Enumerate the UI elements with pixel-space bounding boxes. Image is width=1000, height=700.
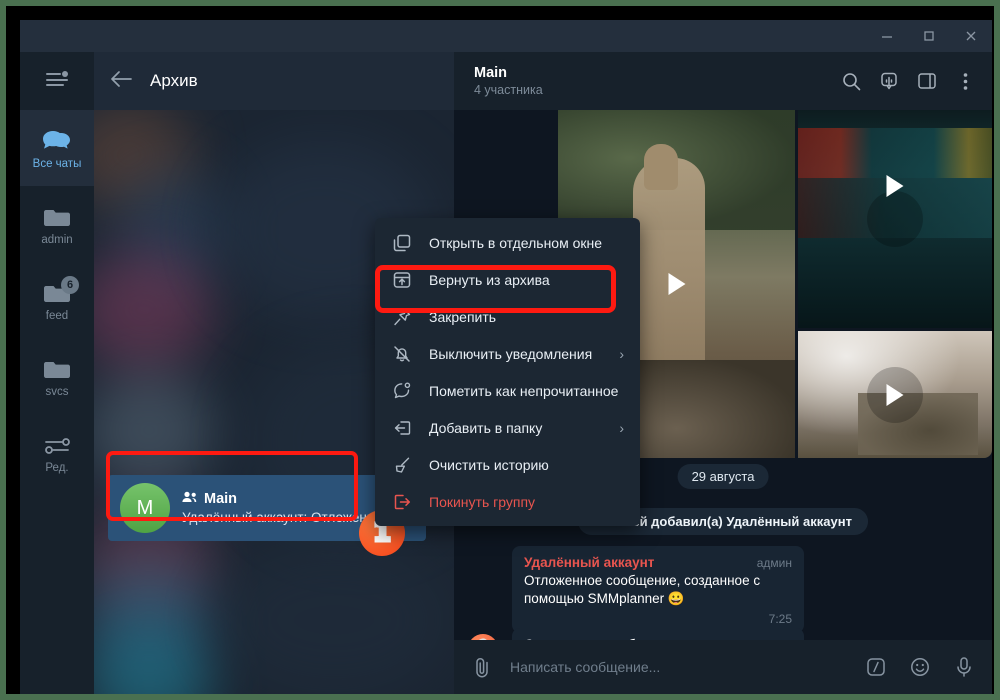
menu-item-label: Открыть в отдельном окне bbox=[429, 234, 603, 251]
search-icon[interactable] bbox=[834, 64, 868, 98]
menu-item-label: Выключить уведомления bbox=[429, 345, 593, 362]
close-button[interactable] bbox=[950, 20, 992, 52]
paperclip-icon[interactable] bbox=[466, 651, 498, 683]
message-input[interactable]: Написать сообщение... bbox=[510, 659, 848, 675]
message-sender-row: Удалённый аккаунт админ bbox=[524, 554, 792, 572]
sliders-icon bbox=[43, 430, 71, 456]
conversation-title-block[interactable]: Main 4 участника bbox=[474, 65, 834, 97]
sidebar-item-admin[interactable]: admin bbox=[20, 186, 94, 262]
play-icon bbox=[886, 175, 904, 198]
sidebar-item-feed[interactable]: 6 feed bbox=[20, 262, 94, 338]
microphone-icon[interactable] bbox=[948, 651, 980, 683]
play-icon bbox=[668, 273, 685, 295]
telegram-window: Все чаты admin 6 feed svcs Ред. Архив M … bbox=[20, 20, 992, 694]
mute-video-chat-icon[interactable] bbox=[872, 64, 906, 98]
sidebar-item-svcs[interactable]: svcs bbox=[20, 338, 94, 414]
conversation-header: Main 4 участника bbox=[454, 52, 992, 110]
sidebar-item-all-chats[interactable]: Все чаты bbox=[20, 110, 94, 186]
header-actions bbox=[834, 64, 982, 98]
minimize-button[interactable] bbox=[866, 20, 908, 52]
menu-item-open-in-new-window[interactable]: Открыть в отдельном окне bbox=[375, 224, 640, 261]
add-to-folder-icon bbox=[391, 418, 413, 438]
chats-icon bbox=[43, 126, 71, 152]
message-bubble[interactable]: Отложенное сообщение, созданное с помощь… bbox=[512, 628, 804, 640]
message-sender: Удалённый аккаунт bbox=[524, 555, 655, 570]
chevron-right-icon: › bbox=[619, 419, 624, 436]
window-frame: Все чаты admin 6 feed svcs Ред. Архив M … bbox=[6, 6, 994, 694]
play-button-backdrop bbox=[867, 191, 923, 247]
leave-icon bbox=[391, 492, 413, 512]
sidebar-item-label: admin bbox=[41, 234, 73, 246]
menu-item-mute[interactable]: Выключить уведомления › bbox=[375, 335, 640, 372]
more-options-icon[interactable] bbox=[948, 64, 982, 98]
back-arrow-icon[interactable] bbox=[110, 70, 132, 93]
mute-bell-icon bbox=[391, 344, 413, 364]
maximize-button[interactable] bbox=[908, 20, 950, 52]
emoji-icon[interactable] bbox=[904, 651, 936, 683]
sidebar-item-label: Все чаты bbox=[32, 158, 82, 170]
folders-rail: Все чаты admin 6 feed svcs Ред. bbox=[20, 52, 94, 694]
sidebar-toggle-icon[interactable] bbox=[910, 64, 944, 98]
media-item-video[interactable] bbox=[798, 331, 992, 458]
unread-badge: 6 bbox=[61, 276, 79, 294]
message-text: Отложенное сообщение, созданное с помощь… bbox=[524, 573, 761, 607]
highlight-box-chat-item bbox=[106, 451, 358, 521]
menu-item-add-to-folder[interactable]: Добавить в папку › bbox=[375, 409, 640, 446]
play-icon bbox=[886, 383, 904, 406]
media-item-video[interactable] bbox=[798, 110, 992, 328]
message-sender-role: админ bbox=[756, 556, 792, 570]
message-time: 7:25 bbox=[768, 611, 792, 626]
sidebar-item-edit[interactable]: Ред. bbox=[20, 414, 94, 490]
highlight-box-unarchive bbox=[375, 265, 616, 313]
menu-item-label: Пометить как непрочитанное bbox=[429, 382, 619, 399]
sidebar-item-label: svcs bbox=[45, 386, 69, 398]
folder-icon bbox=[44, 202, 70, 228]
title-bar bbox=[20, 20, 992, 52]
page-title: Архив bbox=[150, 71, 198, 90]
menu-item-label: Покинуть группу bbox=[429, 493, 536, 510]
menu-item-clear-history[interactable]: Очистить историю bbox=[375, 446, 640, 483]
menu-item-label: Добавить в папку bbox=[429, 419, 543, 436]
menu-item-label: Очистить историю bbox=[429, 456, 549, 473]
open-in-new-window-icon bbox=[391, 233, 413, 253]
sidebar-item-label: feed bbox=[45, 310, 69, 322]
menu-item-leave-group[interactable]: Покинуть группу bbox=[375, 483, 640, 520]
mark-unread-icon bbox=[391, 381, 413, 401]
commands-slash-icon[interactable] bbox=[860, 651, 892, 683]
menu-item-mark-unread[interactable]: Пометить как непрочитанное bbox=[375, 372, 640, 409]
sidebar-item-label: Ред. bbox=[45, 462, 69, 474]
main-menu-button[interactable] bbox=[20, 52, 94, 110]
hamburger-settings-icon bbox=[44, 69, 70, 94]
message-composer: Написать сообщение... bbox=[454, 640, 992, 694]
chevron-right-icon: › bbox=[619, 345, 624, 362]
broom-icon bbox=[391, 455, 413, 475]
folder-icon bbox=[44, 354, 70, 380]
conversation-title: Main bbox=[474, 65, 508, 81]
date-separator: 29 августа bbox=[677, 464, 769, 489]
message-bubble[interactable]: Удалённый аккаунт админ Отложенное сообщ… bbox=[512, 546, 804, 633]
conversation-subtitle: 4 участника bbox=[474, 83, 543, 97]
archive-header: Архив bbox=[94, 52, 454, 110]
